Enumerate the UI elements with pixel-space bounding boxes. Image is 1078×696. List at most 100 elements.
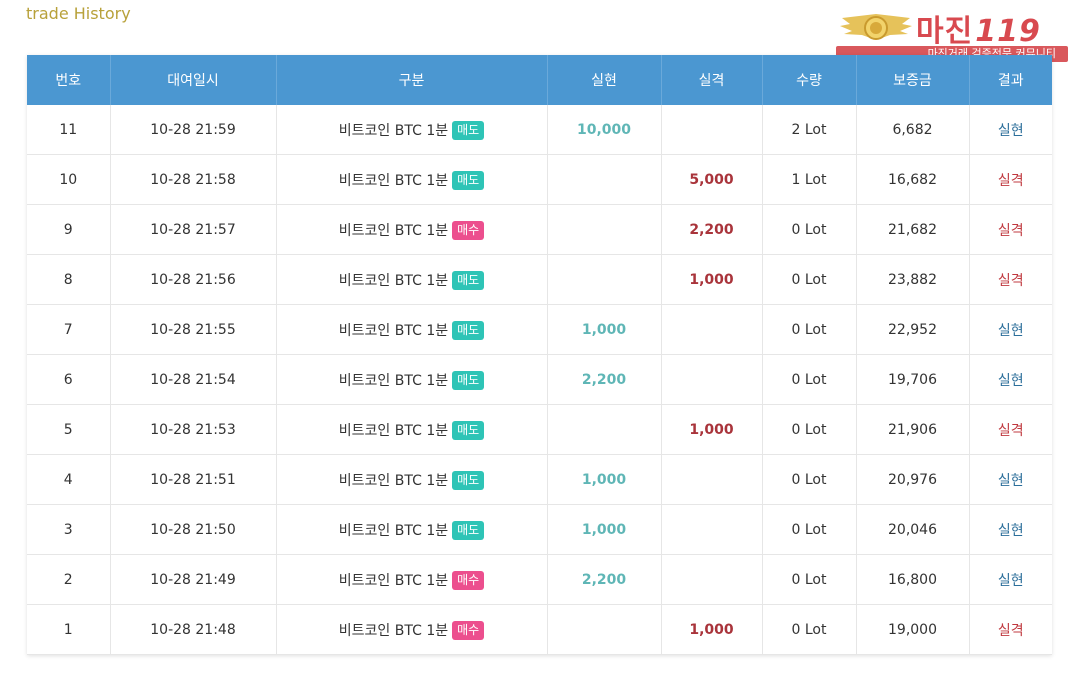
category-label: 비트코인 BTC 1분 (338, 372, 449, 389)
cell-quantity-value: 0 Lot (791, 371, 827, 388)
page: trade History 마진119 마진거래 검증전문 커뮤니티 번호 대여… (0, 0, 1078, 696)
cell-datetime: 10-28 21:49 (110, 554, 277, 605)
cell-realized: 1,000 (547, 454, 662, 505)
cell-datetime-value: 10-28 21:59 (150, 121, 236, 138)
cell-lost-value: 5,000 (689, 171, 734, 188)
cell-no-value: 7 (63, 321, 73, 338)
cell-margin-value: 20,976 (888, 471, 937, 488)
cell-quantity: 0 Lot (762, 304, 857, 355)
cell-result-value: 실격 (997, 422, 1024, 439)
cell-quantity: 2 Lot (762, 105, 857, 155)
cell-margin: 16,682 (856, 154, 970, 205)
cell-lost (661, 304, 763, 355)
cell-realized: 1,000 (547, 504, 662, 555)
cell-quantity: 0 Lot (762, 504, 857, 555)
header-margin: 보증금 (856, 55, 970, 105)
buy-badge: 매수 (452, 220, 485, 240)
cell-datetime-value: 10-28 21:50 (150, 521, 236, 538)
sell-badge: 매도 (452, 170, 485, 190)
cell-realized-value: 1,000 (581, 321, 627, 338)
cell-lost-value: 1,000 (689, 421, 734, 438)
cell-realized-value: 2,200 (581, 371, 627, 388)
cell-result-value: 실현 (997, 572, 1024, 589)
cell-lost: 5,000 (661, 154, 763, 205)
cell-lost-value: 1,000 (689, 621, 734, 638)
table-row: 1 10-28 21:48 비트코인 BTC 1분 매수 1,000 0 Lot 19,00… (27, 604, 1052, 655)
table-row: 2 10-28 21:49 비트코인 BTC 1분 매수 2,200 0 Lot 16,80… (27, 554, 1052, 605)
table-row: 5 10-28 21:53 비트코인 BTC 1분 매도 1,000 0 Lot 21,90… (27, 404, 1052, 455)
cell-category: 비트코인 BTC 1분 매수 (276, 604, 548, 655)
winged-emblem-icon (840, 14, 912, 40)
cell-datetime-value: 10-28 21:57 (150, 221, 236, 238)
cell-margin-value: 16,682 (888, 171, 937, 188)
table-row: 7 10-28 21:55 비트코인 BTC 1분 매도 1,000 0 Lot 22,95… (27, 304, 1052, 355)
cell-datetime-value: 10-28 21:54 (150, 371, 236, 388)
sell-badge: 매도 (452, 520, 485, 540)
cell-margin: 21,906 (856, 404, 970, 455)
table-row: 11 10-28 21:59 비트코인 BTC 1분 매도 10,000 2 Lot 6,6… (27, 105, 1052, 155)
cell-lost (661, 354, 763, 405)
cell-margin: 23,882 (856, 254, 970, 305)
cell-result: 실현 (969, 304, 1052, 355)
cell-lost (661, 105, 763, 155)
cell-quantity-value: 0 Lot (791, 421, 827, 438)
cell-margin-value: 23,882 (888, 271, 937, 288)
cell-realized (547, 404, 662, 455)
cell-realized (547, 154, 662, 205)
page-title: trade History (26, 4, 131, 23)
sell-badge: 매도 (452, 420, 485, 440)
cell-realized-value: 1,000 (581, 521, 627, 538)
cell-result: 실격 (969, 404, 1052, 455)
table-row: 9 10-28 21:57 비트코인 BTC 1분 매수 2,200 0 Lot 21,68… (27, 204, 1052, 255)
cell-margin: 20,046 (856, 504, 970, 555)
cell-result: 실격 (969, 204, 1052, 255)
cell-result-value: 실현 (997, 522, 1024, 539)
category-label: 비트코인 BTC 1분 (338, 572, 449, 589)
cell-quantity-value: 0 Lot (791, 521, 827, 538)
cell-realized-value: 1,000 (581, 471, 627, 488)
sell-badge: 매도 (452, 120, 485, 140)
cell-result: 실현 (969, 554, 1052, 605)
cell-datetime-value: 10-28 21:49 (150, 571, 236, 588)
cell-no: 8 (27, 254, 111, 305)
category-label: 비트코인 BTC 1분 (338, 322, 449, 339)
cell-category: 비트코인 BTC 1분 매도 (276, 504, 548, 555)
cell-result-value: 실격 (997, 622, 1024, 639)
header-result: 결과 (969, 55, 1052, 105)
cell-result-value: 실현 (997, 372, 1024, 389)
cell-quantity-value: 0 Lot (791, 321, 827, 338)
cell-no: 1 (27, 604, 111, 655)
cell-datetime: 10-28 21:55 (110, 304, 277, 355)
table-row: 4 10-28 21:51 비트코인 BTC 1분 매도 1,000 0 Lot 20,97… (27, 454, 1052, 505)
cell-result-value: 실현 (997, 122, 1024, 139)
cell-datetime: 10-28 21:48 (110, 604, 277, 655)
cell-category: 비트코인 BTC 1분 매도 (276, 304, 548, 355)
table-row: 8 10-28 21:56 비트코인 BTC 1분 매도 1,000 0 Lot 23,88… (27, 254, 1052, 305)
cell-no: 2 (27, 554, 111, 605)
cell-datetime: 10-28 21:59 (110, 105, 277, 155)
table-row: 3 10-28 21:50 비트코인 BTC 1분 매도 1,000 0 Lot 20,04… (27, 504, 1052, 555)
header-realized: 실현 (547, 55, 662, 105)
cell-lost: 1,000 (661, 254, 763, 305)
logo-text: 마진119 (916, 6, 1041, 50)
cell-lost (661, 454, 763, 505)
sell-badge: 매도 (452, 470, 485, 490)
category-label: 비트코인 BTC 1분 (338, 522, 449, 539)
cell-result: 실현 (969, 454, 1052, 505)
table-row: 6 10-28 21:54 비트코인 BTC 1분 매도 2,200 0 Lot 19,70… (27, 354, 1052, 405)
cell-no-value: 3 (63, 521, 73, 538)
cell-no: 6 (27, 354, 111, 405)
sell-badge: 매도 (452, 370, 485, 390)
cell-quantity-value: 0 Lot (791, 221, 827, 238)
logo-number: 119 (975, 14, 1041, 49)
buy-badge: 매수 (452, 570, 485, 590)
trade-history-table: 번호 대여일시 구분 실현 실격 수량 보증금 결과 11 10-28 21:59… (27, 55, 1052, 655)
cell-category: 비트코인 BTC 1분 매도 (276, 105, 548, 155)
cell-datetime-value: 10-28 21:56 (150, 271, 236, 288)
cell-result-value: 실현 (997, 322, 1024, 339)
cell-no-value: 5 (63, 421, 73, 438)
cell-no-value: 9 (63, 221, 73, 238)
cell-realized: 10,000 (547, 105, 662, 155)
cell-margin-value: 19,706 (888, 371, 937, 388)
cell-quantity: 0 Lot (762, 354, 857, 405)
